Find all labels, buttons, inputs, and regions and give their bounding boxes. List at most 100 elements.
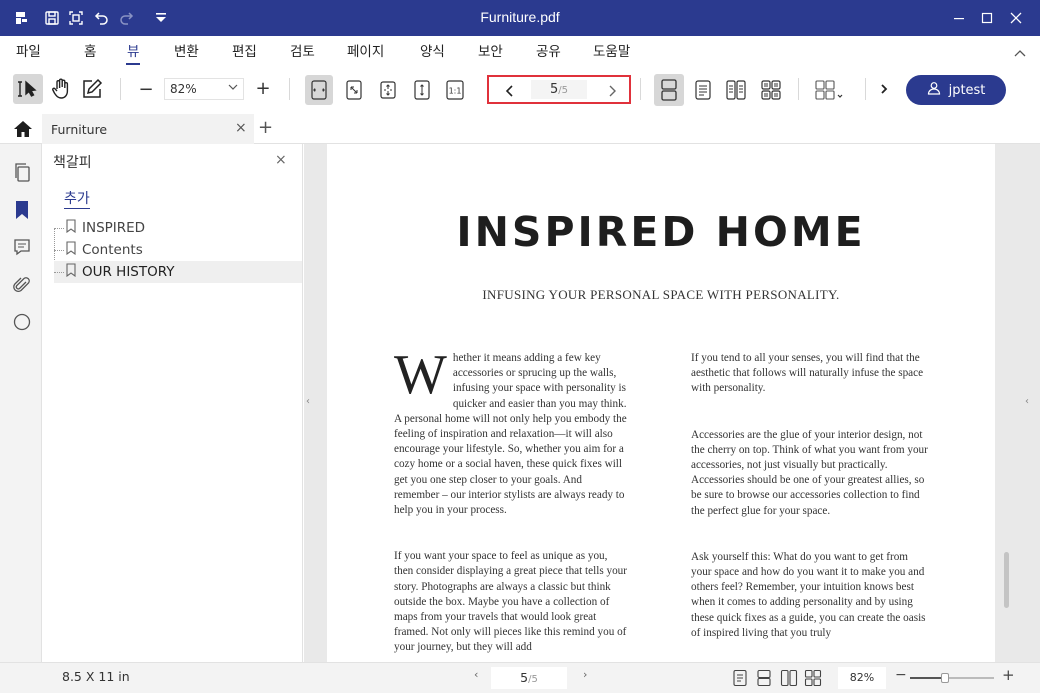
user-account-button[interactable]: jptest [906, 75, 1006, 105]
toolbar: − 82% + 1:1 5/5 jptest [0, 66, 1040, 114]
status-two-page-icon[interactable] [780, 669, 798, 690]
redo-icon[interactable] [116, 8, 136, 28]
menu-page[interactable]: 페이지 [347, 40, 384, 60]
hand-tool-icon[interactable] [47, 74, 75, 104]
fit-height-icon[interactable] [408, 75, 436, 105]
tab-close-icon[interactable]: × [235, 120, 247, 136]
grid-layout-icon[interactable] [812, 74, 848, 106]
page-total: /5 [558, 85, 568, 96]
two-page-view-icon[interactable] [722, 74, 750, 106]
document-subtitle: INFUSING YOUR PERSONAL SPACE WITH PERSON… [482, 287, 840, 302]
app-logo-icon [12, 8, 32, 28]
menu-convert[interactable]: 변환 [174, 40, 199, 60]
quick-access-dropdown-icon[interactable] [151, 8, 171, 28]
page-text-view-icon[interactable] [689, 74, 717, 106]
bookmark-icon[interactable] [11, 199, 33, 221]
zoom-in-icon[interactable]: + [253, 77, 273, 99]
menu-home[interactable]: 홈 [84, 40, 96, 60]
fit-page-icon[interactable] [340, 75, 368, 105]
more-tools-icon[interactable] [876, 80, 892, 98]
menu-file[interactable]: 파일 [16, 40, 41, 60]
status-previous-page-icon[interactable]: ‹ [474, 668, 478, 681]
add-tab-icon[interactable]: + [258, 117, 273, 138]
user-icon [927, 81, 941, 99]
single-page-view-icon[interactable] [654, 74, 684, 106]
menu-security[interactable]: 보안 [478, 40, 503, 60]
tab-label: Furniture [51, 122, 108, 137]
user-name: jptest [948, 82, 986, 98]
collapse-ribbon-icon[interactable] [1014, 44, 1026, 63]
page-size-label: 8.5 X 11 in [62, 669, 130, 684]
collapse-panel-icon[interactable]: ‹ [306, 396, 310, 407]
status-next-page-icon[interactable]: › [583, 668, 587, 681]
chevron-down-icon [228, 81, 238, 96]
menu-edit[interactable]: 편집 [232, 40, 257, 60]
status-page-current: 5 [520, 670, 529, 685]
title-bar: Furniture.pdf [0, 0, 1040, 36]
one-to-one-icon[interactable]: 1:1 [441, 75, 469, 105]
fit-width-icon[interactable] [305, 75, 333, 105]
status-grid-view-icon[interactable] [804, 669, 822, 690]
toolbar-divider [289, 78, 290, 100]
page-navigator: 5/5 [487, 75, 631, 104]
minimize-icon[interactable] [944, 6, 974, 30]
menu-form[interactable]: 양식 [420, 40, 445, 60]
zoom-select[interactable]: 82% [164, 78, 244, 100]
thumbnails-icon[interactable] [11, 161, 33, 183]
attachment-icon[interactable] [11, 274, 33, 296]
home-icon[interactable] [13, 120, 33, 142]
next-page-icon[interactable] [607, 83, 617, 102]
toolbar-divider [120, 78, 121, 100]
actual-size-icon[interactable] [374, 75, 402, 105]
add-bookmark-link[interactable]: 추가 [64, 188, 90, 209]
zoom-slider-handle[interactable] [941, 673, 950, 683]
two-page-scroll-icon[interactable] [757, 74, 785, 106]
bookmark-label: INSPIRED [82, 220, 146, 236]
status-page-field[interactable]: 5/5 [491, 667, 567, 689]
document-tab-strip: Furniture × + [0, 114, 1040, 144]
toolbar-divider [640, 78, 641, 100]
column-left: Whether it means adding a few key access… [394, 344, 628, 656]
menu-review[interactable]: 검토 [290, 40, 315, 60]
search-icon[interactable] [11, 311, 33, 333]
zoom-select-value: 82% [170, 82, 197, 96]
sidebar-rail [0, 144, 42, 662]
menu-help[interactable]: 도움말 [593, 40, 630, 60]
document-heading: INSPIRED HOME [456, 208, 866, 256]
menu-view[interactable]: 뷰 [125, 40, 141, 65]
document-viewer[interactable]: ‹ INSPIRED HOME INFUSING YOUR PERSONAL S… [304, 144, 1040, 662]
status-single-page-icon[interactable] [756, 669, 772, 690]
svg-text:1:1: 1:1 [449, 87, 462, 96]
panel-title: 책갈피 [53, 155, 92, 171]
status-bar: 8.5 X 11 in ‹ 5/5 › 82% − + [0, 662, 1040, 693]
select-tool-icon[interactable] [13, 74, 43, 104]
fit-screen-icon[interactable] [66, 8, 86, 28]
paragraph: Ask yourself this: What do you want to g… [691, 550, 926, 639]
bookmark-item-our-history[interactable]: OUR HISTORY [54, 261, 302, 283]
bookmark-item-contents[interactable]: Contents [54, 239, 302, 261]
paragraph: Whether it means adding a few key access… [394, 344, 627, 517]
menu-share[interactable]: 공유 [536, 40, 561, 60]
edit-tool-icon[interactable] [78, 74, 106, 104]
previous-page-icon[interactable] [505, 83, 515, 102]
page-number-field[interactable]: 5/5 [531, 80, 587, 99]
undo-icon[interactable] [92, 8, 112, 28]
toolbar-divider [865, 78, 866, 100]
comment-icon[interactable] [11, 236, 33, 258]
status-page-view-icon[interactable] [732, 669, 748, 690]
zoom-slider[interactable] [910, 673, 994, 683]
close-window-icon[interactable] [1001, 6, 1031, 30]
expand-right-panel-icon[interactable]: ‹ [1025, 396, 1029, 407]
maximize-icon[interactable] [972, 6, 1002, 30]
bookmark-item-inspired[interactable]: INSPIRED [54, 217, 302, 239]
status-zoom-in-icon[interactable]: + [1002, 666, 1015, 684]
tab-furniture[interactable]: Furniture × [42, 114, 254, 144]
zoom-out-icon[interactable]: − [136, 78, 156, 100]
vertical-scrollbar-thumb[interactable] [1004, 552, 1009, 608]
panel-close-icon[interactable]: × [275, 152, 287, 168]
drop-cap: W [394, 344, 447, 406]
save-icon[interactable] [42, 8, 62, 28]
zoom-slider-fill [910, 677, 946, 679]
status-zoom-out-icon[interactable]: − [895, 667, 907, 683]
status-zoom-field[interactable]: 82% [838, 667, 886, 689]
